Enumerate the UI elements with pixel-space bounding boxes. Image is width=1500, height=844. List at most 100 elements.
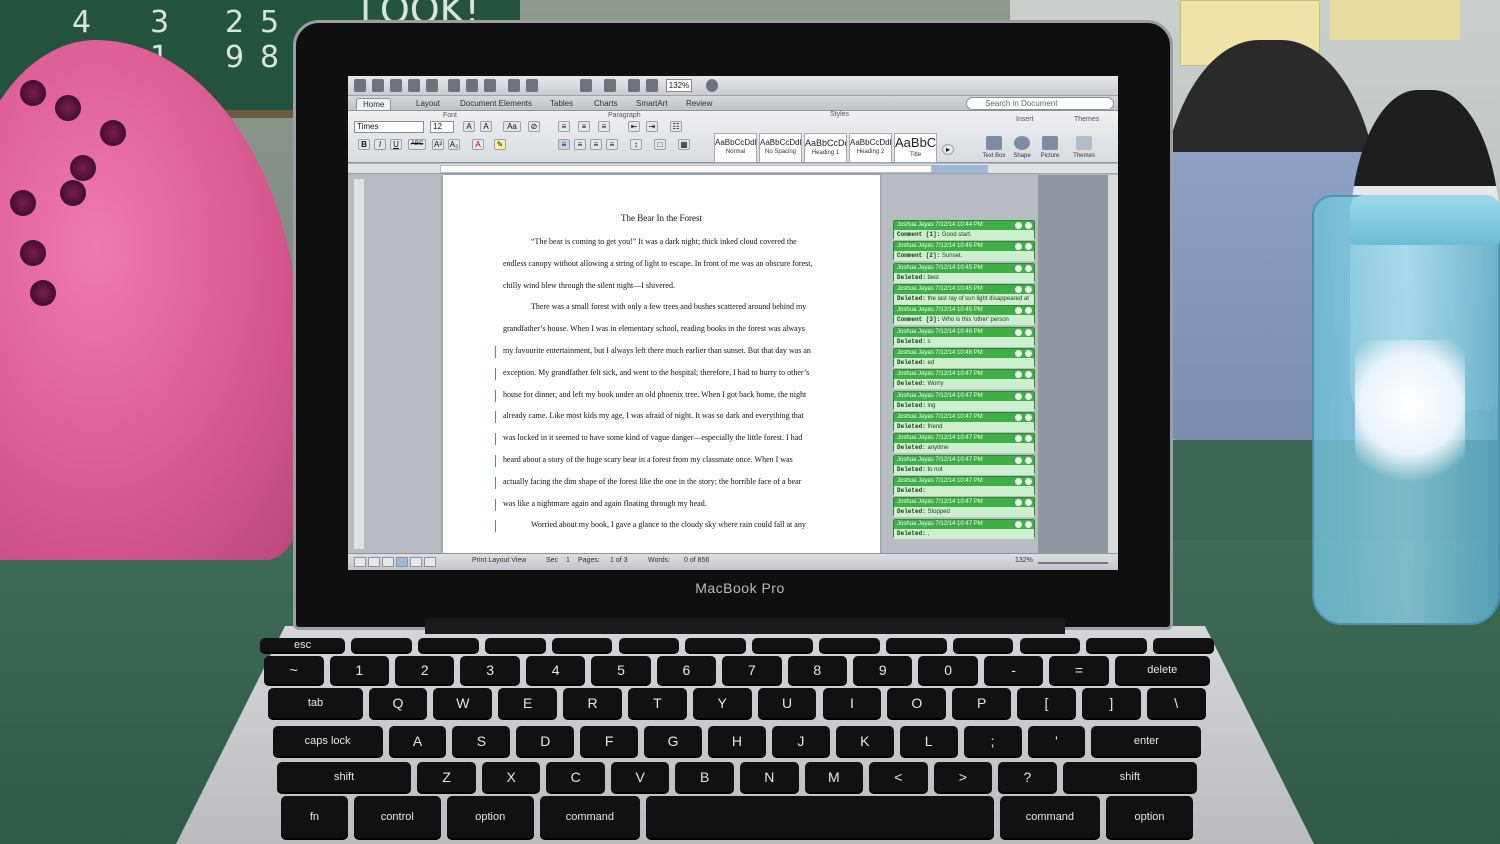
- keyboard-key[interactable]: [484, 638, 546, 652]
- redo-icon[interactable]: [526, 79, 538, 92]
- undo-icon[interactable]: [508, 79, 520, 92]
- keyboard-key[interactable]: [551, 638, 613, 652]
- document-line[interactable]: There was a small forest with only a few…: [503, 302, 873, 311]
- keyboard-key[interactable]: ~: [264, 656, 324, 684]
- comment-balloon[interactable]: Joshua Jayas 7/12/14 10:45 PM Comment [2]…: [893, 241, 1035, 262]
- accept-change-icon[interactable]: [1015, 520, 1022, 528]
- accept-change-icon[interactable]: [1015, 286, 1022, 293]
- comment-balloon[interactable]: Joshua Jayas 7/12/14 10:46 PM Deleted: ed: [893, 348, 1035, 368]
- keyboard-key[interactable]: U: [757, 688, 817, 718]
- accept-change-icon[interactable]: [1015, 264, 1022, 272]
- document-line[interactable]: Worried about my book, I gave a glance t…: [503, 520, 873, 529]
- keyboard-key[interactable]: A: [388, 726, 447, 756]
- insert-picture-button[interactable]: Picture: [1036, 134, 1064, 164]
- insert-shape-button[interactable]: Shape: [1008, 134, 1036, 164]
- tab-document-elements[interactable]: Document Elements: [454, 98, 538, 110]
- keyboard-key[interactable]: =: [1049, 656, 1109, 684]
- reject-change-icon[interactable]: [1025, 520, 1032, 528]
- copy-icon[interactable]: [466, 79, 478, 92]
- keyboard-key[interactable]: enter: [1091, 726, 1202, 756]
- accept-change-icon[interactable]: [1015, 350, 1022, 357]
- clear-format-icon[interactable]: ⊘: [528, 121, 540, 132]
- reject-change-icon[interactable]: [1025, 478, 1032, 485]
- keyboard-key[interactable]: 3: [460, 656, 520, 684]
- print-icon[interactable]: [426, 79, 438, 92]
- keyboard-key[interactable]: command: [539, 796, 641, 838]
- notebook-view-icon[interactable]: [410, 557, 422, 567]
- shrink-font-icon[interactable]: A: [480, 121, 492, 132]
- document-line[interactable]: my favourite entertainment, but I always…: [503, 346, 873, 355]
- comment-balloon[interactable]: Joshua Jayas 7/12/14 10:47 PM Deleted: in…: [893, 390, 1035, 411]
- keyboard-key[interactable]: shift: [1062, 762, 1198, 792]
- document-line[interactable]: actually facing the dim shape of the for…: [503, 477, 873, 486]
- reject-change-icon[interactable]: [1025, 392, 1032, 400]
- vertical-ruler[interactable]: [354, 179, 364, 549]
- keyboard-key[interactable]: delete: [1114, 656, 1210, 684]
- keyboard-key[interactable]: Y: [692, 688, 752, 718]
- keyboard-key[interactable]: 7: [722, 656, 782, 684]
- cut-icon[interactable]: [448, 79, 460, 92]
- document-line[interactable]: chilly wind blew through the silent nigh…: [503, 281, 873, 290]
- superscript-button[interactable]: A²: [432, 139, 444, 150]
- new-document-icon[interactable]: [354, 79, 366, 92]
- keyboard-key[interactable]: [685, 638, 747, 652]
- comment-balloon[interactable]: Joshua Jayas 7/12/14 10:46 PM Deleted: s: [893, 326, 1035, 347]
- keyboard-key[interactable]: J: [771, 726, 830, 756]
- accept-change-icon[interactable]: [1015, 456, 1022, 464]
- grow-font-icon[interactable]: A: [463, 121, 475, 132]
- keyboard-key[interactable]: [885, 638, 947, 652]
- keyboard-key[interactable]: fn: [281, 796, 348, 838]
- keyboard-key[interactable]: G: [644, 726, 703, 756]
- reject-change-icon[interactable]: [1025, 264, 1032, 272]
- reject-change-icon[interactable]: [1025, 414, 1032, 421]
- highlight-icon[interactable]: ✎: [494, 139, 506, 150]
- accept-change-icon[interactable]: [1015, 414, 1022, 421]
- underline-button[interactable]: U: [390, 139, 402, 150]
- keyboard-key[interactable]: 8: [787, 656, 848, 684]
- keyboard-key[interactable]: Q: [368, 688, 428, 718]
- style-heading-1[interactable]: AaBbCcDc Heading 1: [804, 133, 847, 163]
- subscript-button[interactable]: A₂: [448, 139, 460, 150]
- keyboard-key[interactable]: [752, 638, 813, 652]
- tab-smartart[interactable]: SmartArt: [630, 98, 674, 110]
- keyboard-key[interactable]: [1153, 638, 1214, 652]
- document-line[interactable]: was like a nightmare again and again flo…: [503, 499, 873, 508]
- keyboard-key[interactable]: [: [1017, 688, 1076, 718]
- columns-icon[interactable]: ☷: [670, 121, 682, 132]
- keyboard-key[interactable]: ;: [963, 726, 1022, 756]
- keyboard-key[interactable]: control: [353, 796, 441, 838]
- document-line[interactable]: was locked in it seemed to have some kin…: [503, 433, 873, 442]
- font-name-field[interactable]: Times: [354, 121, 424, 133]
- zoom-field[interactable]: 132%: [666, 79, 692, 92]
- borders-icon[interactable]: ▦: [678, 139, 690, 150]
- keyboard-key[interactable]: V: [610, 762, 670, 792]
- templates-icon[interactable]: [372, 79, 384, 92]
- justify-button[interactable]: ≡: [606, 139, 618, 150]
- keyboard-key[interactable]: \: [1146, 688, 1206, 718]
- themes-button[interactable]: Themes: [1070, 134, 1098, 164]
- keyboard-key[interactable]: [819, 638, 880, 652]
- keyboard-key[interactable]: [351, 638, 412, 652]
- accept-change-icon[interactable]: [1015, 222, 1022, 229]
- document-line[interactable]: exception. My grandfather felt sick, and…: [503, 368, 873, 377]
- comment-balloon[interactable]: Joshua Jayas 7/12/14 10:44 PM Comment [1]…: [893, 220, 1035, 240]
- keyboard-key[interactable]: I: [822, 688, 882, 718]
- document-line[interactable]: already came. Like most kids my age, I w…: [503, 411, 873, 420]
- comment-balloon[interactable]: Joshua Jayas 7/12/14 10:47 PM Deleted: St…: [893, 497, 1035, 518]
- gallery-icon[interactable]: [628, 79, 640, 92]
- outline-view-icon[interactable]: [368, 557, 380, 567]
- comment-balloon[interactable]: Joshua Jayas 7/12/14 10:45 PM Comment [3]…: [893, 305, 1035, 326]
- sidebar-icon[interactable]: [604, 79, 616, 92]
- increase-indent-icon[interactable]: ⇥: [646, 121, 658, 132]
- keyboard-key[interactable]: E: [498, 688, 558, 718]
- comment-balloon[interactable]: Joshua Jayas 7/12/14 10:47 PM Deleted: to…: [893, 454, 1035, 475]
- keyboard-key[interactable]: X: [481, 762, 541, 792]
- keyboard-key[interactable]: N: [740, 762, 799, 792]
- align-left-button[interactable]: ≡: [558, 139, 570, 150]
- keyboard-key[interactable]: ?: [998, 762, 1057, 792]
- toolbox-icon[interactable]: [646, 79, 658, 92]
- keyboard-key[interactable]: shift: [276, 762, 412, 792]
- keyboard-key[interactable]: -: [983, 656, 1044, 684]
- comment-balloon[interactable]: Joshua Jayas 7/12/14 10:47 PM Deleted: Wo…: [893, 369, 1035, 390]
- align-right-button[interactable]: ≡: [590, 139, 602, 150]
